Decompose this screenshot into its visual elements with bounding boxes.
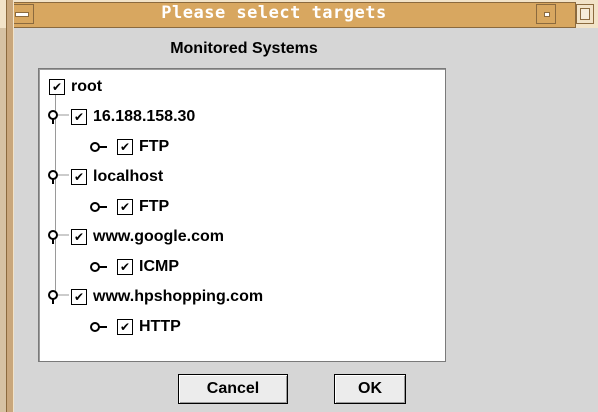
- service-checkbox[interactable]: ✔: [117, 139, 133, 155]
- tree-item-root[interactable]: ✔ root: [49, 75, 102, 99]
- tree-item-service[interactable]: ✔ FTP: [89, 135, 169, 159]
- cancel-button[interactable]: Cancel: [178, 374, 288, 404]
- tree-expanded-handle-icon[interactable]: [45, 170, 71, 184]
- tree-item-label: 16.188.158.30: [93, 108, 196, 125]
- tree-leaf-handle-icon: [90, 202, 107, 212]
- service-checkbox[interactable]: ✔: [117, 199, 133, 215]
- host-checkbox[interactable]: ✔: [71, 169, 87, 185]
- tree-item-host[interactable]: ✔ www.google.com: [45, 225, 224, 249]
- tree-leaf-handle-icon: [90, 142, 107, 152]
- tree-item-label: www.hpshopping.com: [93, 288, 264, 305]
- tree-item-service[interactable]: ✔ FTP: [89, 195, 169, 219]
- tree-item-host[interactable]: ✔ localhost: [45, 165, 163, 189]
- title-bar[interactable]: Please select targets: [0, 0, 598, 28]
- dialog-content: Monitored Systems ✔ root ✔ 16.188.158.30: [14, 28, 598, 412]
- tree-item-label: www.google.com: [93, 228, 224, 245]
- tree-item-service[interactable]: ✔ ICMP: [89, 255, 179, 279]
- ok-button[interactable]: OK: [334, 374, 406, 404]
- tree-expanded-handle-icon[interactable]: [45, 110, 71, 124]
- tree-item-service[interactable]: ✔ HTTP: [89, 315, 181, 339]
- tree-item-label: FTP: [139, 198, 170, 215]
- tree-item-label: FTP: [139, 138, 170, 155]
- tree-item-host[interactable]: ✔ 16.188.158.30: [45, 105, 195, 129]
- minimize-icon[interactable]: [536, 4, 556, 24]
- tree-expanded-handle-icon[interactable]: [45, 230, 71, 244]
- dialog-heading: Monitored Systems: [170, 40, 318, 57]
- window-frame-left[interactable]: [6, 0, 14, 412]
- service-checkbox[interactable]: ✔: [117, 319, 133, 335]
- host-checkbox[interactable]: ✔: [71, 289, 87, 305]
- window-title: Please select targets: [161, 3, 387, 23]
- host-checkbox[interactable]: ✔: [71, 109, 87, 125]
- host-checkbox[interactable]: ✔: [71, 229, 87, 245]
- tree-item-label: ICMP: [139, 258, 179, 275]
- tree-leaf-handle-icon: [90, 322, 107, 332]
- tree-item-label: root: [71, 78, 103, 95]
- tree-item-label: localhost: [93, 168, 164, 185]
- tree-item-label: HTTP: [139, 318, 181, 335]
- root-checkbox[interactable]: ✔: [49, 79, 65, 95]
- dialog-window: Please select targets Monitored Systems …: [0, 0, 598, 412]
- tree-item-host[interactable]: ✔ www.hpshopping.com: [45, 285, 263, 309]
- tree-expanded-handle-icon[interactable]: [45, 290, 71, 304]
- targets-tree: ✔ root ✔ 16.188.158.30 ✔ FTP ✔ localhost…: [38, 68, 446, 362]
- maximize-icon[interactable]: [576, 4, 594, 24]
- service-checkbox[interactable]: ✔: [117, 259, 133, 275]
- tree-leaf-handle-icon: [90, 262, 107, 272]
